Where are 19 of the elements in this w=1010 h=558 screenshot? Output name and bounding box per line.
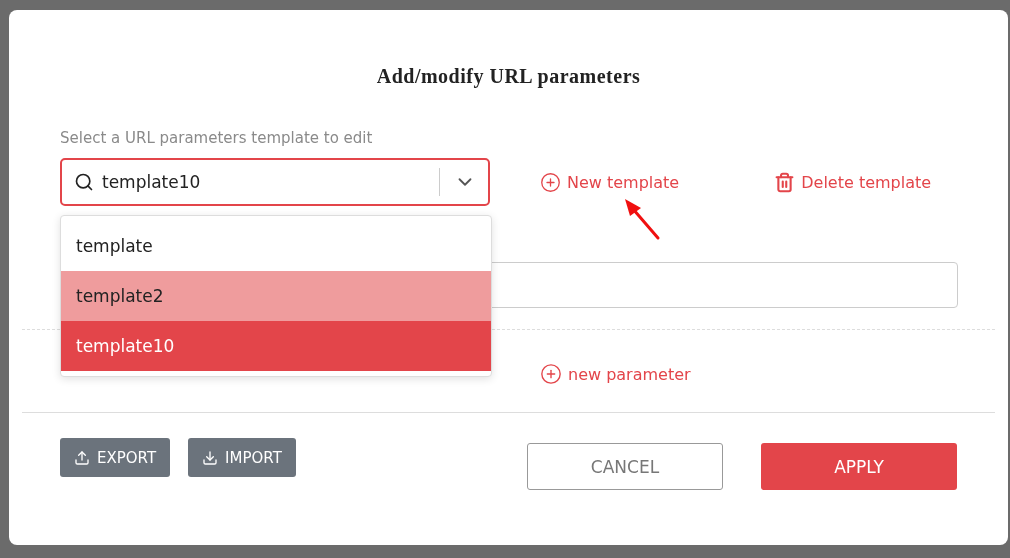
field-label: Select a URL parameters template to edit	[60, 128, 374, 148]
cancel-button[interactable]: CANCEL	[527, 443, 723, 490]
import-button[interactable]: IMPORT	[188, 438, 296, 477]
dialog-title: Add/modify URL parameters	[375, 64, 642, 88]
plus-circle-icon	[540, 363, 562, 385]
dropdown-option[interactable]: template2	[61, 271, 491, 321]
upload-icon	[74, 449, 90, 466]
delete-template-link[interactable]: Delete template	[774, 171, 932, 193]
dropdown-option[interactable]: template	[61, 221, 491, 271]
add-parameter-link[interactable]: new parameter	[540, 363, 691, 385]
dropdown-option[interactable]: template10	[61, 321, 491, 371]
plus-circle-icon	[540, 171, 561, 193]
new-template-link[interactable]: New template	[540, 171, 680, 193]
download-icon	[202, 449, 219, 466]
trash-icon	[774, 171, 796, 193]
apply-button[interactable]: APPLY	[761, 443, 957, 490]
search-icon	[74, 172, 94, 192]
export-button[interactable]: EXPORT	[60, 438, 171, 477]
template-select[interactable]: template10	[60, 158, 490, 206]
